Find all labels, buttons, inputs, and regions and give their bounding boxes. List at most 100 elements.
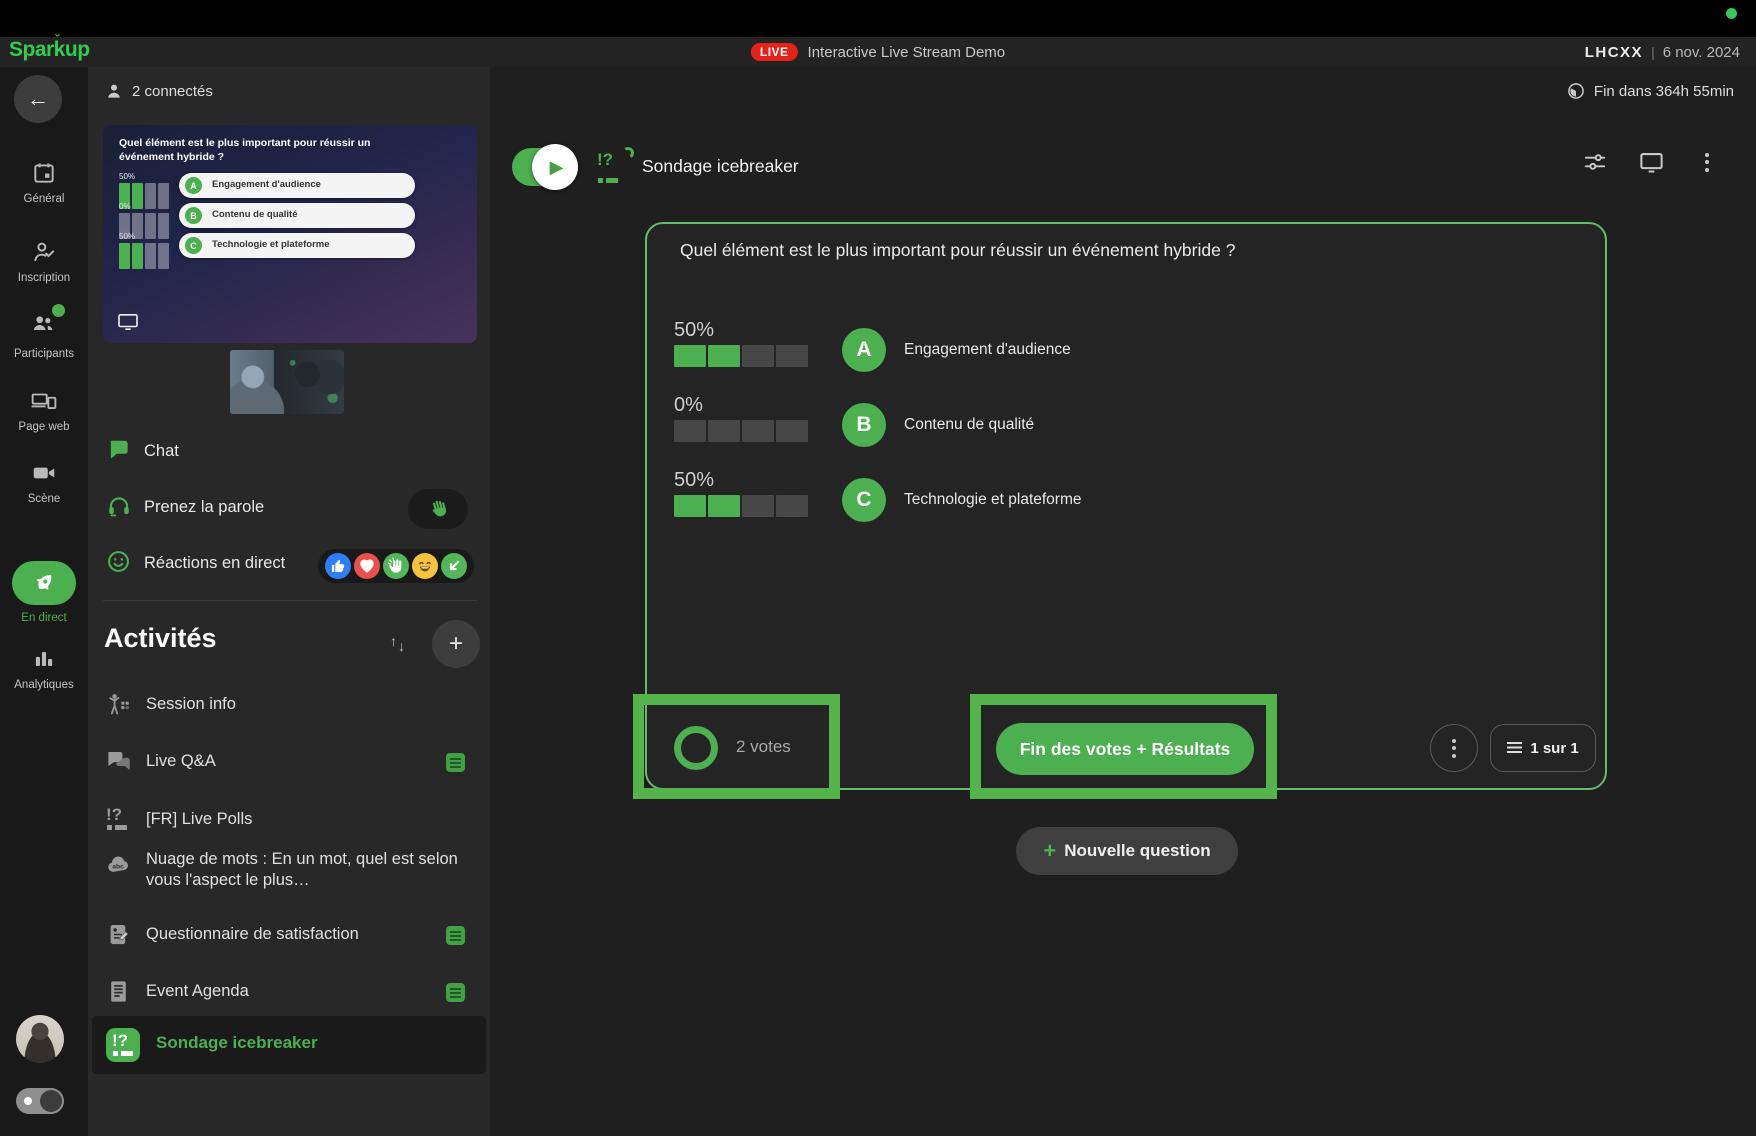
preview-result-bar	[119, 243, 169, 269]
toggle-knob	[40, 1090, 62, 1112]
qa-bubbles-icon	[108, 751, 130, 770]
sidebar-item-inscription[interactable]: Inscription	[0, 239, 88, 284]
theme-toggle[interactable]	[16, 1088, 64, 1114]
user-avatar[interactable]	[16, 1015, 64, 1063]
nav-rail: ← Général Inscription Participants Page …	[0, 67, 88, 1136]
activity-satisfaction-survey[interactable]: Questionnaire de satisfaction	[88, 919, 490, 953]
sidebar-item-label: Scène	[27, 493, 61, 505]
sidebar-item-page-web[interactable]: Page web	[0, 388, 88, 433]
question-pagination[interactable]: 1 sur 1	[1490, 724, 1596, 772]
live-reactions-row[interactable]: Réactions en direct	[88, 547, 490, 587]
preview-option-pill: B Contenu de qualité	[179, 203, 415, 228]
monitor-icon	[1639, 152, 1663, 173]
more-options-button[interactable]	[1692, 147, 1722, 177]
option-percent: 50%	[674, 469, 715, 491]
presence-dot	[52, 304, 65, 317]
sort-button[interactable]: ↑ ↓	[388, 633, 412, 659]
add-activity-button[interactable]: +	[432, 620, 480, 668]
activity-label: Session info	[146, 695, 236, 713]
preview-option-c: 50% C Technologie et plateforme	[103, 232, 477, 269]
option-label: Contenu de qualité	[904, 416, 1035, 433]
preview-option-pill: C Technologie et plateforme	[179, 233, 415, 258]
activity-live-qa[interactable]: Live Q&A	[88, 746, 490, 780]
divider	[103, 600, 477, 601]
heart-reaction[interactable]	[354, 553, 380, 579]
sidebar-item-scene[interactable]: Scène	[0, 460, 88, 505]
option-percent: 0%	[674, 394, 703, 416]
display-icon[interactable]	[117, 313, 139, 331]
activity-label: [FR] Live Polls	[146, 810, 253, 828]
sidebar-item-label: Analytiques	[14, 679, 74, 691]
plus-icon: +	[1043, 838, 1057, 863]
play-icon: ▶	[532, 144, 578, 190]
activity-event-agenda[interactable]: Event Agenda	[88, 976, 490, 1010]
preview-option-a: 50% A Engagement d'audience	[103, 172, 477, 209]
poll-card: Quel élément est le plus important pour …	[645, 222, 1607, 790]
poll-icon	[106, 1028, 140, 1062]
recording-indicator-dot	[1726, 8, 1737, 19]
connected-count: 2 connectés	[132, 82, 213, 100]
option-letter-badge: B	[842, 403, 886, 447]
sidebar-item-en-direct[interactable]: En direct	[0, 561, 88, 624]
kebab-icon	[1705, 152, 1709, 172]
system-strip	[0, 0, 1756, 37]
connected-status: 2 connectés	[104, 81, 213, 101]
option-percent: 50%	[674, 319, 715, 341]
result-bar	[674, 345, 808, 367]
videocam-icon	[33, 467, 55, 479]
smiley-icon	[108, 551, 129, 572]
devices-icon	[31, 393, 57, 409]
person-icon	[108, 84, 120, 98]
rocket-icon	[36, 575, 52, 591]
app-bar: Sparkup LIVE Interactive Live Stream Dem…	[0, 37, 1756, 67]
option-letter-badge: B	[185, 207, 202, 224]
settings-sliders-button[interactable]	[1580, 147, 1610, 177]
live-panel: 2 connectés Quel élément est le plus imp…	[88, 67, 490, 1136]
list-badge-icon	[446, 753, 465, 772]
time-remaining-label: Fin dans 364h 55min	[1593, 82, 1734, 100]
sun-icon	[24, 1097, 32, 1105]
activity-word-cloud[interactable]: abc Nuage de mots : En un mot, quel est …	[88, 849, 490, 901]
clap-reaction[interactable]	[383, 553, 409, 579]
activity-session-info[interactable]: Session info	[88, 689, 490, 723]
stream-header: LIVE Interactive Live Stream Demo	[750, 37, 1005, 67]
card-more-options-button[interactable]	[1430, 724, 1478, 772]
tune-icon	[1584, 154, 1606, 170]
logo-accent	[55, 32, 59, 47]
laugh-reaction[interactable]	[412, 553, 438, 579]
stage-preview[interactable]: Quel élément est le plus important pour …	[103, 125, 477, 343]
raise-hand-button[interactable]	[408, 489, 468, 529]
sidebar-item-analytiques[interactable]: Analytiques	[0, 646, 88, 691]
new-question-label: Nouvelle question	[1064, 841, 1211, 860]
list-lines-icon	[1507, 741, 1523, 755]
list-badge-icon	[446, 983, 465, 1002]
preview-option-label: Contenu de qualité	[212, 209, 298, 220]
sidebar-item-participants[interactable]: Participants	[0, 304, 88, 360]
take-the-floor-row[interactable]: Prenez la parole	[88, 489, 490, 531]
thumbs-up-reaction[interactable]	[325, 553, 351, 579]
present-display-button[interactable]	[1636, 147, 1666, 177]
live-arc	[621, 146, 635, 160]
reactions-label: Réactions en direct	[144, 554, 286, 572]
svg-text:abc: abc	[112, 864, 124, 871]
end-votes-button[interactable]: Fin des votes + Résultats	[996, 723, 1254, 775]
arrow-down-left-reaction[interactable]	[441, 553, 467, 579]
sidebar-item-general[interactable]: Général	[0, 160, 88, 205]
new-question-button[interactable]: + Nouvelle question	[1016, 827, 1238, 875]
votes-ring-icon	[674, 726, 718, 770]
video-thumbnail[interactable]	[230, 350, 344, 414]
preview-question: Quel élément est le plus important pour …	[119, 137, 371, 164]
activity-live-polls[interactable]: [FR] Live Polls	[88, 804, 490, 838]
chat-row[interactable]: Chat	[88, 435, 490, 475]
activity-play-toggle[interactable]: ▶	[512, 144, 578, 190]
sidebar-item-label: En direct	[21, 612, 67, 624]
result-bar	[674, 495, 808, 517]
back-button[interactable]: ←	[14, 75, 62, 123]
preview-percent: 0%	[119, 202, 131, 211]
sidebar-item-label: Général	[23, 193, 65, 205]
preview-percent: 50%	[119, 172, 136, 181]
chat-bubble-icon	[110, 440, 128, 459]
sparkup-logo: Sparkup	[9, 38, 90, 62]
activity-sondage-icebreaker[interactable]: Sondage icebreaker	[92, 1016, 486, 1074]
time-remaining: Fin dans 364h 55min	[1566, 81, 1734, 101]
